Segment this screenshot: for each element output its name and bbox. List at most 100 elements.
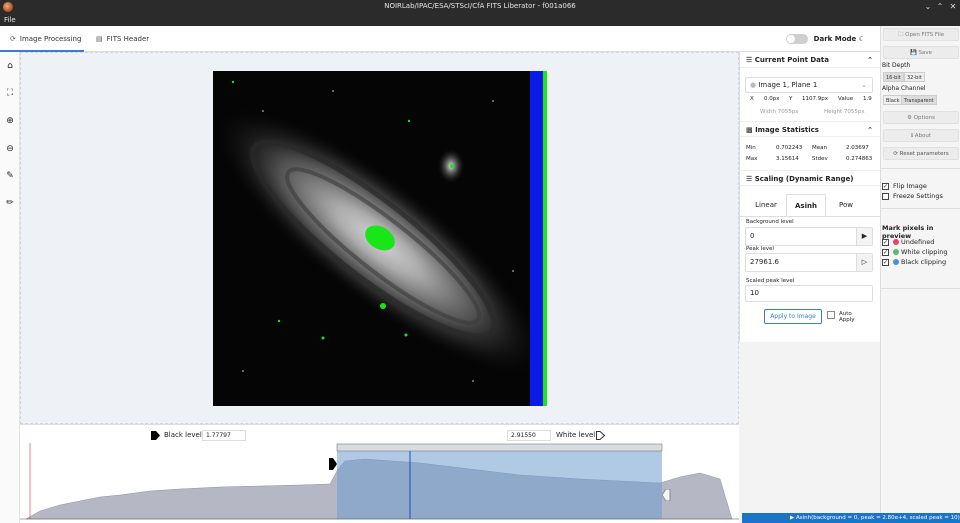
about-button[interactable]: ℹ About (883, 129, 959, 142)
undefined-label: Undefined (901, 238, 935, 246)
x-label: X (750, 96, 754, 102)
freeze-checkbox[interactable] (882, 192, 889, 200)
peak-level-value: 27961.6 (750, 258, 779, 266)
scaling-header[interactable]: ☰ Scaling (Dynamic Range) (740, 170, 881, 186)
flip-checkbox[interactable]: ✓ (882, 182, 889, 190)
value-label: Value (838, 96, 854, 102)
options-label: Options (913, 115, 935, 121)
freeze-settings-option[interactable]: Freeze Settings (882, 192, 943, 200)
galaxy-image (213, 71, 547, 406)
current-point-header[interactable]: ☰ Current Point Data ⌃ (740, 52, 881, 68)
tab-asinh[interactable]: Asinh (786, 194, 826, 216)
reset-parameters-button[interactable]: ⟳ Reset parameters (883, 147, 959, 160)
y-value: 1107.9px (802, 96, 828, 102)
tab-linear[interactable]: Linear (746, 194, 786, 216)
dark-mode-label: Dark Mode (813, 35, 857, 43)
maximize-icon[interactable]: ⌃ (934, 1, 946, 13)
divider (881, 168, 960, 169)
min-label: Min (746, 145, 756, 151)
value-value: 1.9 (863, 96, 872, 102)
bit-32-button[interactable]: 32-bit (904, 72, 925, 82)
scaled-peak-input[interactable]: 10 (745, 285, 873, 302)
bit-16-button[interactable]: 16-bit (883, 72, 904, 82)
image-statistics-header[interactable]: ▩ Image Statistics ⌃ (740, 121, 881, 137)
peak-level-input[interactable]: 27961.6 ▷ (745, 253, 873, 272)
save-icon: 💾 (909, 50, 917, 56)
flip-image-option[interactable]: ✓ Flip Image (882, 182, 927, 190)
apply-to-image-button[interactable]: Apply to Image (764, 309, 822, 324)
open-fits-label: Open FITS File (905, 32, 945, 38)
tab-pow[interactable]: Pow (826, 194, 866, 216)
black-clipping-option[interactable]: ✓ Black clipping (882, 258, 946, 266)
about-label: About (914, 133, 932, 139)
chevron-up-icon: ⌃ (867, 126, 873, 134)
flip-label: Flip Image (893, 182, 927, 190)
minimize-icon[interactable]: ⌄ (922, 1, 934, 13)
undefined-option[interactable]: ✓ Undefined (882, 238, 934, 246)
galaxy-preview[interactable] (213, 71, 547, 406)
options-button[interactable]: ⚙ Options (883, 111, 959, 124)
reset-label: Reset parameters (899, 151, 949, 157)
fit-screen-icon[interactable]: ⛶ (4, 87, 16, 99)
open-fits-button[interactable]: 🗀 Open FITS File (883, 28, 959, 41)
chart-bar-icon: ▩ (746, 126, 753, 134)
white-level-marker-icon[interactable] (661, 488, 671, 503)
info-icon: ℹ (910, 133, 914, 139)
stdev-value: 0.274863 (846, 156, 873, 162)
background-level-input[interactable]: 0 ▶ (745, 227, 873, 246)
table-icon: ▤ (96, 35, 103, 43)
white-clipping-dot-icon (893, 249, 899, 255)
min-value: 0.702243 (776, 145, 803, 151)
divider (881, 208, 960, 209)
histogram-panel[interactable]: Black level 1.77797 2.91550 White level (20, 424, 739, 523)
max-value: 3.15614 (776, 156, 799, 162)
tab-strip: ⟳ Image Processing ▤ FITS Header Dark Mode… (0, 26, 880, 52)
auto-apply-checkbox[interactable] (827, 311, 835, 319)
toggle-switch[interactable] (785, 34, 808, 44)
auto-apply-label: Auto Apply (839, 311, 855, 323)
menu-bar: File (0, 14, 960, 26)
zoom-in-icon[interactable]: ⊕ (4, 115, 16, 127)
tab-fits-header[interactable]: ▤ FITS Header (96, 26, 166, 52)
alpha-black-button[interactable]: Black (883, 95, 903, 105)
zoom-out-icon[interactable]: ⊖ (4, 143, 16, 155)
menu-lines-icon: ☰ (746, 175, 753, 183)
black-handle-icon[interactable]: ▶ (856, 228, 872, 245)
alpha-transparent-button[interactable]: Transparent (901, 95, 937, 105)
menu-lines-icon: ☰ (746, 56, 753, 64)
mean-value: 2.03697 (846, 145, 869, 151)
white-clipping-option[interactable]: ✓ White clipping (882, 248, 947, 256)
menu-file[interactable]: File (4, 16, 16, 24)
black-clipping-dot-icon (893, 259, 899, 265)
max-label: Max (746, 156, 758, 162)
dot-icon: ● (750, 81, 757, 89)
title-bar: NOIRLab/IPAC/ESA/STScI/CfA FITS Liberato… (0, 0, 960, 14)
eyedropper-icon[interactable]: ✎ (4, 170, 16, 182)
white-clipping-checkbox[interactable]: ✓ (882, 248, 889, 256)
right-panel: ☰ Current Point Data ⌃ ● Image 1, Plane … (739, 52, 881, 342)
plane-select[interactable]: ● Image 1, Plane 1 ⌄ (745, 77, 873, 93)
black-level-marker-icon[interactable] (328, 458, 337, 472)
undefined-checkbox[interactable]: ✓ (882, 238, 889, 246)
dark-mode-toggle[interactable]: Dark Mode ☾ (785, 34, 865, 44)
home-icon[interactable]: ⌂ (4, 60, 16, 72)
section-title: Image Statistics (755, 126, 819, 134)
alpha-channel-label: Alpha Channel (882, 85, 926, 92)
bit-depth-label: Bit Depth (882, 62, 911, 69)
save-button[interactable]: 💾 Save (883, 46, 959, 59)
white-handle-icon[interactable]: ▷ (856, 254, 872, 271)
eyedropper-outline-icon[interactable]: ✏ (4, 197, 16, 209)
white-clipping-label: White clipping (901, 248, 948, 256)
sidebar: 🗀 Open FITS File 💾 Save Bit Depth 16-bit… (880, 26, 960, 523)
save-label: Save (918, 50, 933, 56)
black-clipping-checkbox[interactable]: ✓ (882, 258, 889, 266)
left-toolbar: ⌂ ⛶ ⊕ ⊖ ✎ ✏ (0, 52, 20, 523)
close-icon[interactable]: ✕ (947, 1, 959, 13)
undefined-dot-icon (893, 239, 899, 245)
tab-image-processing[interactable]: ⟳ Image Processing (0, 26, 84, 52)
chevron-up-icon: ⌃ (867, 56, 873, 64)
scaled-peak-label: Scaled peak level (746, 278, 795, 284)
chevron-down-icon: ⌄ (861, 81, 867, 89)
tab-label: FITS Header (106, 35, 150, 43)
gear-icon: ⚙ (907, 115, 912, 121)
